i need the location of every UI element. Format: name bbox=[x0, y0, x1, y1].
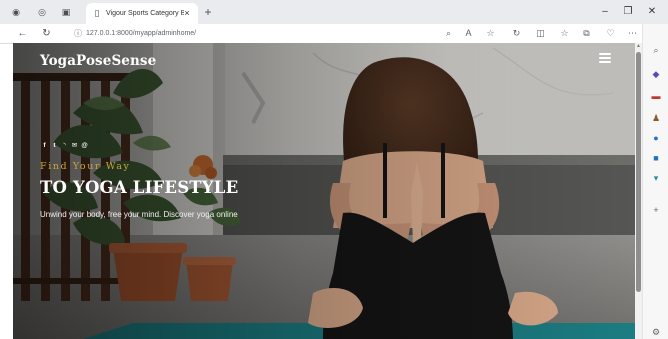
edge-sidebar: ⌕ ◆ ▬ ♟ ● ■ ▾ + ⚙ bbox=[642, 24, 668, 339]
tab-strip: ◉ ◎ ▣ ▯ Vigour Sports Category Bootstrap… bbox=[0, 0, 668, 24]
rss-icon[interactable]: ◝ bbox=[60, 141, 69, 151]
new-tab-button[interactable]: + bbox=[201, 5, 215, 19]
active-tab[interactable]: ▯ Vigour Sports Category Bootstrap × bbox=[86, 3, 198, 24]
scroll-up-arrow-icon[interactable]: ▲ bbox=[635, 43, 642, 50]
sidebar-shopping-icon[interactable]: ◆ bbox=[649, 68, 663, 80]
facebook-icon[interactable]: f bbox=[40, 141, 49, 151]
brand-logo[interactable]: YogaPoseSense bbox=[40, 51, 180, 71]
at-icon[interactable]: @ bbox=[80, 141, 89, 151]
sidebar-add-icon[interactable]: + bbox=[649, 204, 663, 216]
hero-title: TO YOGA LIFESTYLE bbox=[40, 178, 239, 197]
sidebar-m365-icon[interactable]: ● bbox=[649, 132, 663, 144]
close-window-button[interactable]: ✕ bbox=[645, 5, 659, 19]
tab-actions-icon[interactable]: ▣ bbox=[60, 6, 72, 18]
minimize-button[interactable]: – bbox=[598, 5, 612, 19]
sidebar-drop-icon[interactable]: ▾ bbox=[649, 172, 663, 184]
collections-icon[interactable]: ⧉ bbox=[580, 27, 593, 40]
hero-subtitle: Find Your Way bbox=[40, 161, 131, 172]
refresh-button[interactable]: ↻ bbox=[40, 27, 53, 40]
split-screen-icon[interactable]: ◫ bbox=[534, 27, 547, 40]
tab-close-button[interactable]: × bbox=[181, 7, 193, 19]
sidebar-games-icon[interactable]: ♟ bbox=[649, 112, 663, 124]
twitter-icon[interactable]: t bbox=[50, 141, 59, 151]
sidebar-tools-icon[interactable]: ▬ bbox=[649, 90, 663, 102]
sidebar-settings-icon[interactable]: ⚙ bbox=[649, 326, 663, 338]
browser-essentials-icon[interactable]: ♡ bbox=[604, 27, 617, 40]
search-page-icon[interactable]: ⌕ bbox=[442, 27, 455, 40]
sidebar-outlook-icon[interactable]: ■ bbox=[649, 152, 663, 164]
profile-icon[interactable]: ◉ bbox=[10, 6, 22, 18]
page-favicon-icon: ▯ bbox=[94, 8, 100, 18]
scroll-thumb[interactable] bbox=[636, 52, 641, 292]
page-scrollbar[interactable]: ▲ bbox=[635, 43, 642, 339]
email-icon[interactable]: ✉ bbox=[70, 141, 79, 151]
back-button[interactable]: ← bbox=[16, 27, 29, 40]
extensions-icon[interactable]: ↻ bbox=[510, 27, 523, 40]
page-viewport: YogaPoseSense f t ◝ ✉ @ Find Your Way TO… bbox=[13, 43, 635, 339]
favorites-icon[interactable]: ☆ bbox=[558, 27, 571, 40]
hamburger-menu-icon[interactable] bbox=[599, 52, 611, 64]
sidebar-search-icon[interactable]: ⌕ bbox=[649, 44, 663, 56]
site-info-icon[interactable]: ⓘ bbox=[72, 27, 84, 40]
favorite-star-icon[interactable]: ☆ bbox=[484, 27, 497, 40]
hero-description: Unwind your body, free your mind. Discov… bbox=[40, 210, 238, 219]
address-bar[interactable]: 127.0.0.1:8000/myapp/adminhome/ bbox=[86, 28, 286, 40]
more-menu-icon[interactable]: ⋯ bbox=[626, 27, 639, 40]
workspaces-icon[interactable]: ◎ bbox=[36, 6, 48, 18]
browser-window: ◉ ◎ ▣ ▯ Vigour Sports Category Bootstrap… bbox=[0, 0, 668, 339]
restore-button[interactable]: ❐ bbox=[621, 5, 635, 19]
browser-toolbar: ← ↻ ⓘ 127.0.0.1:8000/myapp/adminhome/ ⌕ … bbox=[0, 24, 668, 44]
tab-title: Vigour Sports Category Bootstrap bbox=[106, 10, 184, 17]
read-aloud-icon[interactable]: A bbox=[462, 27, 475, 40]
